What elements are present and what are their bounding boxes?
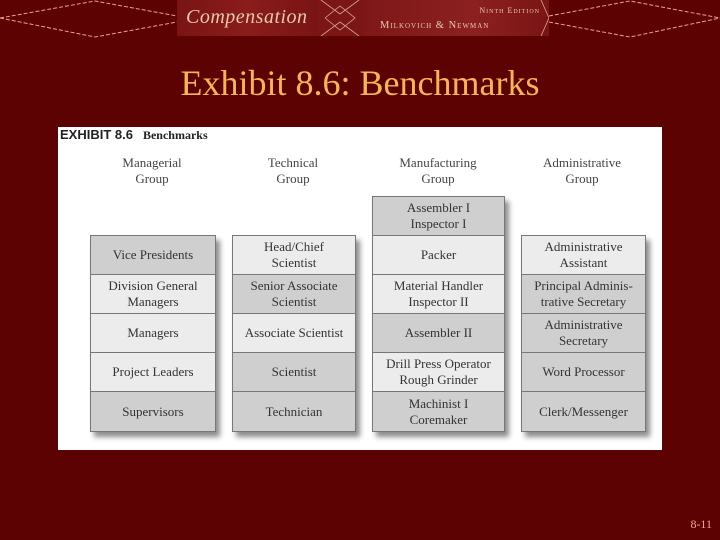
benchmark-job-cell: Technician	[233, 392, 355, 431]
benchmark-job-cell: Assembler II	[373, 314, 504, 353]
benchmark-job-cell: Head/Chief Scientist	[233, 236, 355, 275]
exhibit-number: EXHIBIT 8.6	[60, 127, 133, 142]
benchmark-job-cell: Scientist	[233, 353, 355, 392]
book-cover-spine	[317, 0, 363, 36]
benchmark-job-cell: Assembler I Inspector I	[373, 197, 504, 236]
lattice-icon	[320, 0, 360, 36]
job-group-column: Head/Chief Scientist Senior Associate Sci…	[232, 235, 356, 432]
book-authors: Milkovich & Newman	[380, 20, 490, 31]
benchmark-job-cell: Principal Adminis- trative Secretary	[522, 275, 645, 314]
benchmark-job-cell: Machinist I Coremaker	[373, 392, 504, 431]
benchmark-job-cell: Vice Presidents	[91, 236, 215, 275]
benchmark-job-cell: Administrative Secretary	[522, 314, 645, 353]
benchmark-job-cell: Clerk/Messenger	[522, 392, 645, 431]
benchmark-job-cell: Administrative Assistant	[522, 236, 645, 275]
benchmark-job-cell: Division General Managers	[91, 275, 215, 314]
job-group-column: Administrative Assistant Principal Admini…	[521, 235, 646, 432]
group-heading: Administrative Group	[543, 155, 621, 186]
benchmark-job-cell: Associate Scientist	[233, 314, 355, 353]
exhibit-figure: EXHIBIT 8.6 Benchmarks Managerial Group Vi…	[58, 127, 662, 450]
header-banner: Compensation Ninth Edition Milkovich & N…	[0, 0, 720, 40]
benchmark-job-cell: Supervisors	[91, 392, 215, 431]
benchmark-job-cell: Drill Press Operator Rough Grinder	[373, 353, 504, 392]
benchmark-job-cell: Project Leaders	[91, 353, 215, 392]
book-edition: Ninth Edition	[479, 6, 540, 15]
page-number: 8-11	[690, 517, 712, 531]
benchmark-job-cell: Senior Associate Scientist	[233, 275, 355, 314]
benchmark-job-cell: Managers	[91, 314, 215, 353]
benchmark-job-cell: Word Processor	[522, 353, 645, 392]
job-group-column: Assembler I Inspector I Packer Material Ha…	[372, 196, 505, 432]
book-title: Compensation	[186, 6, 308, 28]
slide-title: Exhibit 8.6: Benchmarks	[180, 63, 540, 103]
benchmark-job-cell: Material Handler Inspector II	[373, 275, 504, 314]
group-heading: Managerial Group	[122, 155, 182, 186]
group-heading: Manufacturing Group	[399, 155, 477, 186]
job-group-column: Vice Presidents Division General Managers…	[90, 235, 216, 432]
exhibit-name: Benchmarks	[142, 128, 208, 142]
exhibit-label: EXHIBIT 8.6 Benchmarks	[60, 127, 208, 143]
group-heading: Technical Group	[267, 155, 319, 186]
benchmark-job-cell: Packer	[373, 236, 504, 275]
